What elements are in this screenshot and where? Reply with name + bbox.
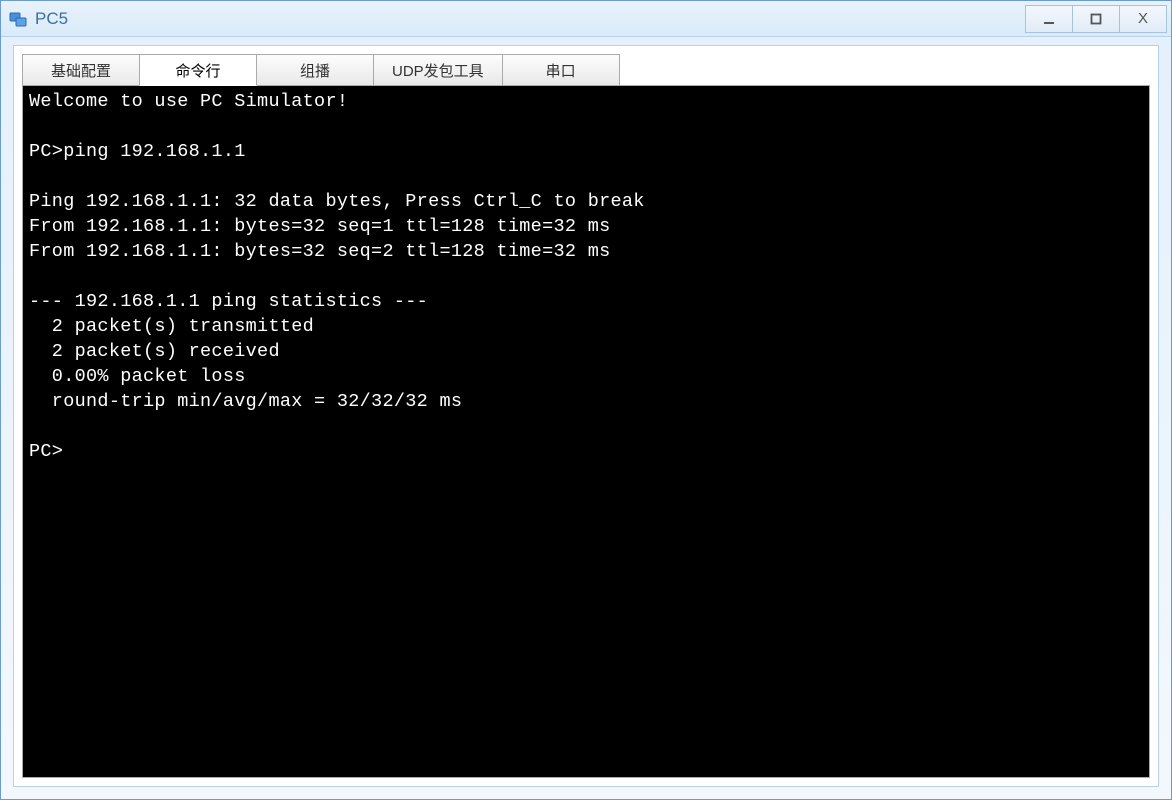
tab-label: 串口 [546,60,576,81]
titlebar: PC5 X [1,1,1171,37]
tab-label: 基础配置 [51,60,111,81]
close-icon: X [1138,10,1148,27]
tab-udp-tool[interactable]: UDP发包工具 [373,54,503,86]
close-button[interactable]: X [1119,5,1167,33]
tab-multicast[interactable]: 组播 [256,54,374,86]
tab-bar: 基础配置 命令行 组播 UDP发包工具 串口 [22,54,1150,86]
app-icon [7,8,29,30]
tab-label: UDP发包工具 [392,60,484,81]
terminal-output[interactable]: Welcome to use PC Simulator! PC>ping 192… [22,85,1150,778]
window-controls: X [1025,5,1167,33]
tab-label: 组播 [300,60,330,81]
minimize-button[interactable] [1025,5,1073,33]
window-title: PC5 [35,9,1025,29]
tab-basic-config[interactable]: 基础配置 [22,54,140,86]
content-area: 基础配置 命令行 组播 UDP发包工具 串口 Welcome to use PC… [13,45,1159,787]
maximize-button[interactable] [1072,5,1120,33]
tab-serial[interactable]: 串口 [502,54,620,86]
tab-label: 命令行 [175,60,220,81]
app-window: PC5 X 基础配置 命令行 组播 UDP发包工具 [0,0,1172,800]
tab-command-line[interactable]: 命令行 [139,54,257,86]
